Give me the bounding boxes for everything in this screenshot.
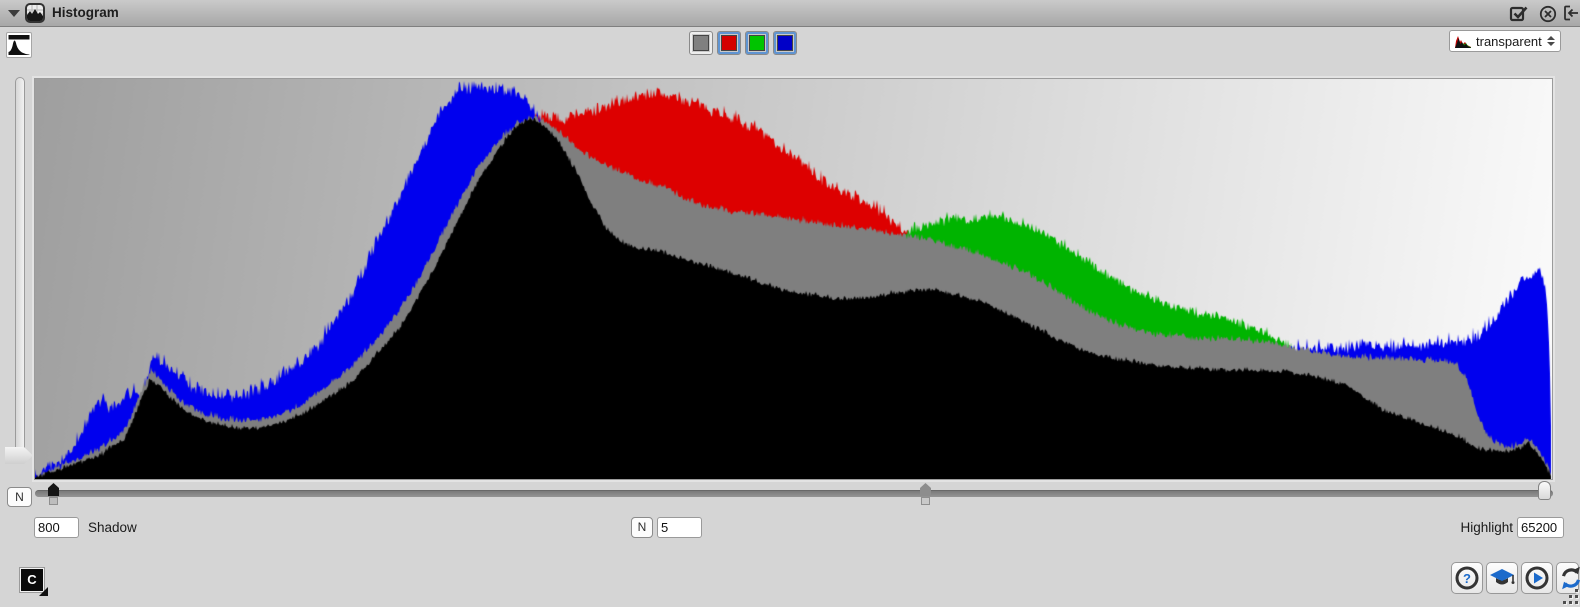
vertical-zoom-slider[interactable]	[15, 77, 25, 459]
panel-titlebar: Histogram	[0, 0, 1580, 27]
levels-slider-track[interactable]	[35, 490, 1553, 497]
vertical-slider-handle[interactable]	[5, 447, 33, 464]
graduation-cap-icon	[1487, 563, 1517, 593]
midtones-input[interactable]	[657, 517, 702, 538]
clipping-indicator-button[interactable]: C	[20, 568, 44, 592]
red-swatch	[721, 35, 737, 51]
green-swatch	[749, 35, 765, 51]
panel-title: Histogram	[52, 0, 119, 26]
histogram-canvas[interactable]	[35, 79, 1552, 479]
neutral-button-slider[interactable]: N	[7, 487, 32, 507]
channel-toggle-gray[interactable]	[689, 31, 713, 55]
midtones-marker-handle[interactable]	[920, 483, 931, 496]
highlight-label: Highlight	[1460, 520, 1513, 535]
levels-histogram-icon	[7, 33, 31, 57]
collapse-triangle-icon[interactable]	[8, 10, 20, 17]
collapse-left-button[interactable]	[1561, 3, 1580, 23]
page-fold-icon	[39, 578, 48, 596]
channel-toggle-green[interactable]	[745, 31, 769, 55]
midtones-marker-base	[921, 497, 930, 505]
shadow-label: Shadow	[88, 520, 137, 535]
histogram-plot	[34, 78, 1553, 480]
display-mode-select[interactable]: transparent	[1449, 30, 1561, 52]
close-button[interactable]	[1537, 3, 1559, 23]
shadow-marker-base	[49, 497, 58, 505]
play-circle-icon	[1522, 563, 1552, 593]
question-circle-icon: ?	[1452, 563, 1482, 593]
channel-toggle-red[interactable]	[717, 31, 741, 55]
display-mode-value: transparent	[1476, 34, 1542, 49]
apply-footer-button[interactable]	[1521, 562, 1553, 594]
neutral-button-midtones[interactable]: N	[631, 517, 653, 538]
highlight-marker-handle[interactable]	[1538, 481, 1551, 500]
gray-swatch	[693, 35, 709, 51]
histogram-thumbnail-icon	[25, 3, 45, 23]
combo-arrows-icon	[1547, 36, 1555, 46]
shadow-marker-handle[interactable]	[48, 483, 59, 496]
channel-toggle-blue[interactable]	[773, 31, 797, 55]
help-button[interactable]: ?	[1451, 562, 1483, 594]
apply-button[interactable]	[1508, 3, 1530, 23]
resize-grip-icon[interactable]	[1560, 586, 1578, 604]
mini-histogram-icon	[1455, 35, 1471, 48]
shadow-input[interactable]	[34, 517, 79, 538]
histogram-tool-button[interactable]	[6, 32, 32, 58]
tutorial-button[interactable]	[1486, 562, 1518, 594]
blue-swatch	[777, 35, 793, 51]
highlight-input[interactable]	[1517, 517, 1564, 538]
svg-text:?: ?	[1463, 571, 1471, 586]
